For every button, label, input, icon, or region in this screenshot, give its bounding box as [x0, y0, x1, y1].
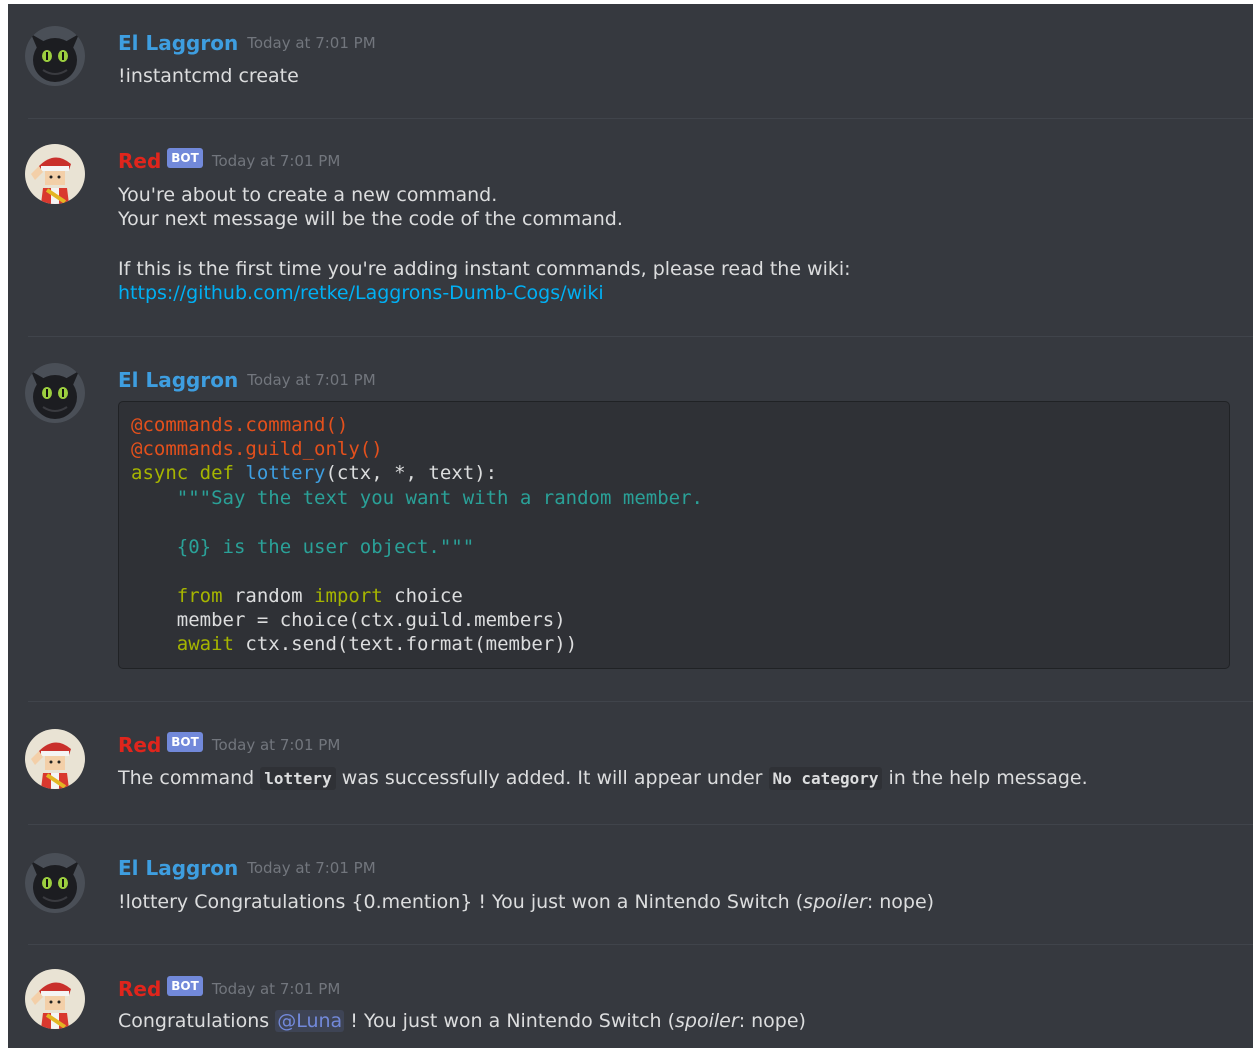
- text-segment: in the help message.: [888, 767, 1088, 789]
- code-keyword: async def: [131, 462, 234, 484]
- message-header: El Laggron Today at 7:01 PM: [118, 856, 376, 882]
- code-keyword: from: [176, 585, 223, 607]
- message-divider: [28, 944, 1253, 945]
- timestamp: Today at 7:01 PM: [211, 980, 341, 998]
- message-text: The command lottery was successfully add…: [118, 767, 1088, 790]
- code-line: """Say the text you want with a random m…: [131, 487, 703, 509]
- toothless-avatar-icon[interactable]: [25, 853, 85, 913]
- message-divider: [28, 118, 1253, 119]
- bot-tag: BOT: [167, 148, 203, 168]
- code-keyword: await: [176, 633, 234, 655]
- message-header: Red BOT Today at 7:01 PM: [118, 976, 341, 1003]
- trainer-avatar-icon[interactable]: [25, 144, 85, 204]
- code-text: random: [233, 585, 303, 607]
- text-segment: !lottery Congratulations {0.mention} ! Y…: [118, 891, 804, 913]
- code-function: lottery: [245, 462, 326, 484]
- author-name[interactable]: El Laggron: [118, 368, 238, 392]
- text-segment: Congratulations: [118, 1010, 270, 1032]
- message-header: El Laggron Today at 7:01 PM: [118, 368, 376, 394]
- timestamp: Today at 7:01 PM: [211, 152, 341, 170]
- message-text: Congratulations @Luna ! You just won a N…: [118, 1010, 806, 1032]
- text-segment: : nope): [738, 1010, 806, 1032]
- message-text: !instantcmd create: [118, 65, 299, 87]
- author-name[interactable]: El Laggron: [118, 31, 238, 55]
- author-name[interactable]: Red: [118, 977, 161, 1001]
- message-divider: [28, 824, 1253, 825]
- code-text: ctx.send(text.format(member)): [245, 633, 578, 655]
- italic-text: spoiler: [675, 1010, 739, 1032]
- code-line: await ctx.send(text.format(member)): [131, 632, 577, 656]
- toothless-avatar-icon[interactable]: [25, 363, 85, 423]
- inline-code: No category: [768, 767, 883, 790]
- code-line: member = choice(ctx.guild.members): [131, 609, 566, 631]
- message-header: El Laggron Today at 7:01 PM: [118, 31, 376, 57]
- message-divider: [28, 336, 1253, 337]
- message-text: Your next message will be the code of th…: [118, 208, 623, 230]
- text-segment: ! You just won a Nintendo Switch (: [350, 1010, 676, 1032]
- trainer-avatar-icon[interactable]: [25, 729, 85, 789]
- message-divider: [28, 701, 1253, 702]
- message-text: You're about to create a new command.: [118, 184, 498, 206]
- text-segment: The command: [118, 767, 255, 789]
- author-name[interactable]: El Laggron: [118, 856, 238, 880]
- timestamp: Today at 7:01 PM: [247, 859, 376, 877]
- trainer-avatar-icon[interactable]: [25, 969, 85, 1029]
- text-segment: was successfully added. It will appear u…: [341, 767, 763, 789]
- user-mention[interactable]: @Luna: [275, 1010, 345, 1032]
- code-line: @commands.command(): [131, 414, 349, 436]
- code-line: from random import choice: [131, 584, 463, 608]
- toothless-avatar-icon[interactable]: [25, 26, 85, 86]
- code-text: choice: [394, 585, 463, 607]
- bot-tag: BOT: [167, 732, 203, 752]
- chat-log: El Laggron Today at 7:01 PM !instantcmd c…: [8, 4, 1253, 1048]
- code-line: async def lottery(ctx, *, text):: [131, 461, 497, 485]
- code-line: @commands.guild_only(): [131, 438, 383, 460]
- message-text: If this is the first time you're adding …: [118, 258, 851, 280]
- author-name[interactable]: Red: [118, 149, 161, 173]
- code-text: (ctx, *, text):: [325, 462, 498, 484]
- author-name[interactable]: Red: [118, 733, 161, 757]
- code-keyword: import: [314, 585, 383, 607]
- code-block[interactable]: @commands.command() @commands.guild_only…: [118, 401, 1230, 669]
- timestamp: Today at 7:01 PM: [247, 34, 376, 52]
- message-header: Red BOT Today at 7:01 PM: [118, 148, 341, 175]
- message-header: Red BOT Today at 7:01 PM: [118, 732, 341, 759]
- bot-tag: BOT: [167, 976, 203, 996]
- italic-text: spoiler: [803, 891, 867, 913]
- code-line: {0} is the user object.""": [131, 536, 475, 558]
- timestamp: Today at 7:01 PM: [247, 371, 376, 389]
- timestamp: Today at 7:01 PM: [211, 736, 341, 754]
- wiki-link[interactable]: https://github.com/retke/Laggrons-Dumb-C…: [118, 282, 604, 304]
- text-segment: : nope): [866, 891, 935, 913]
- inline-code: lottery: [260, 767, 336, 790]
- message-text: !lottery Congratulations {0.mention} ! Y…: [118, 891, 934, 913]
